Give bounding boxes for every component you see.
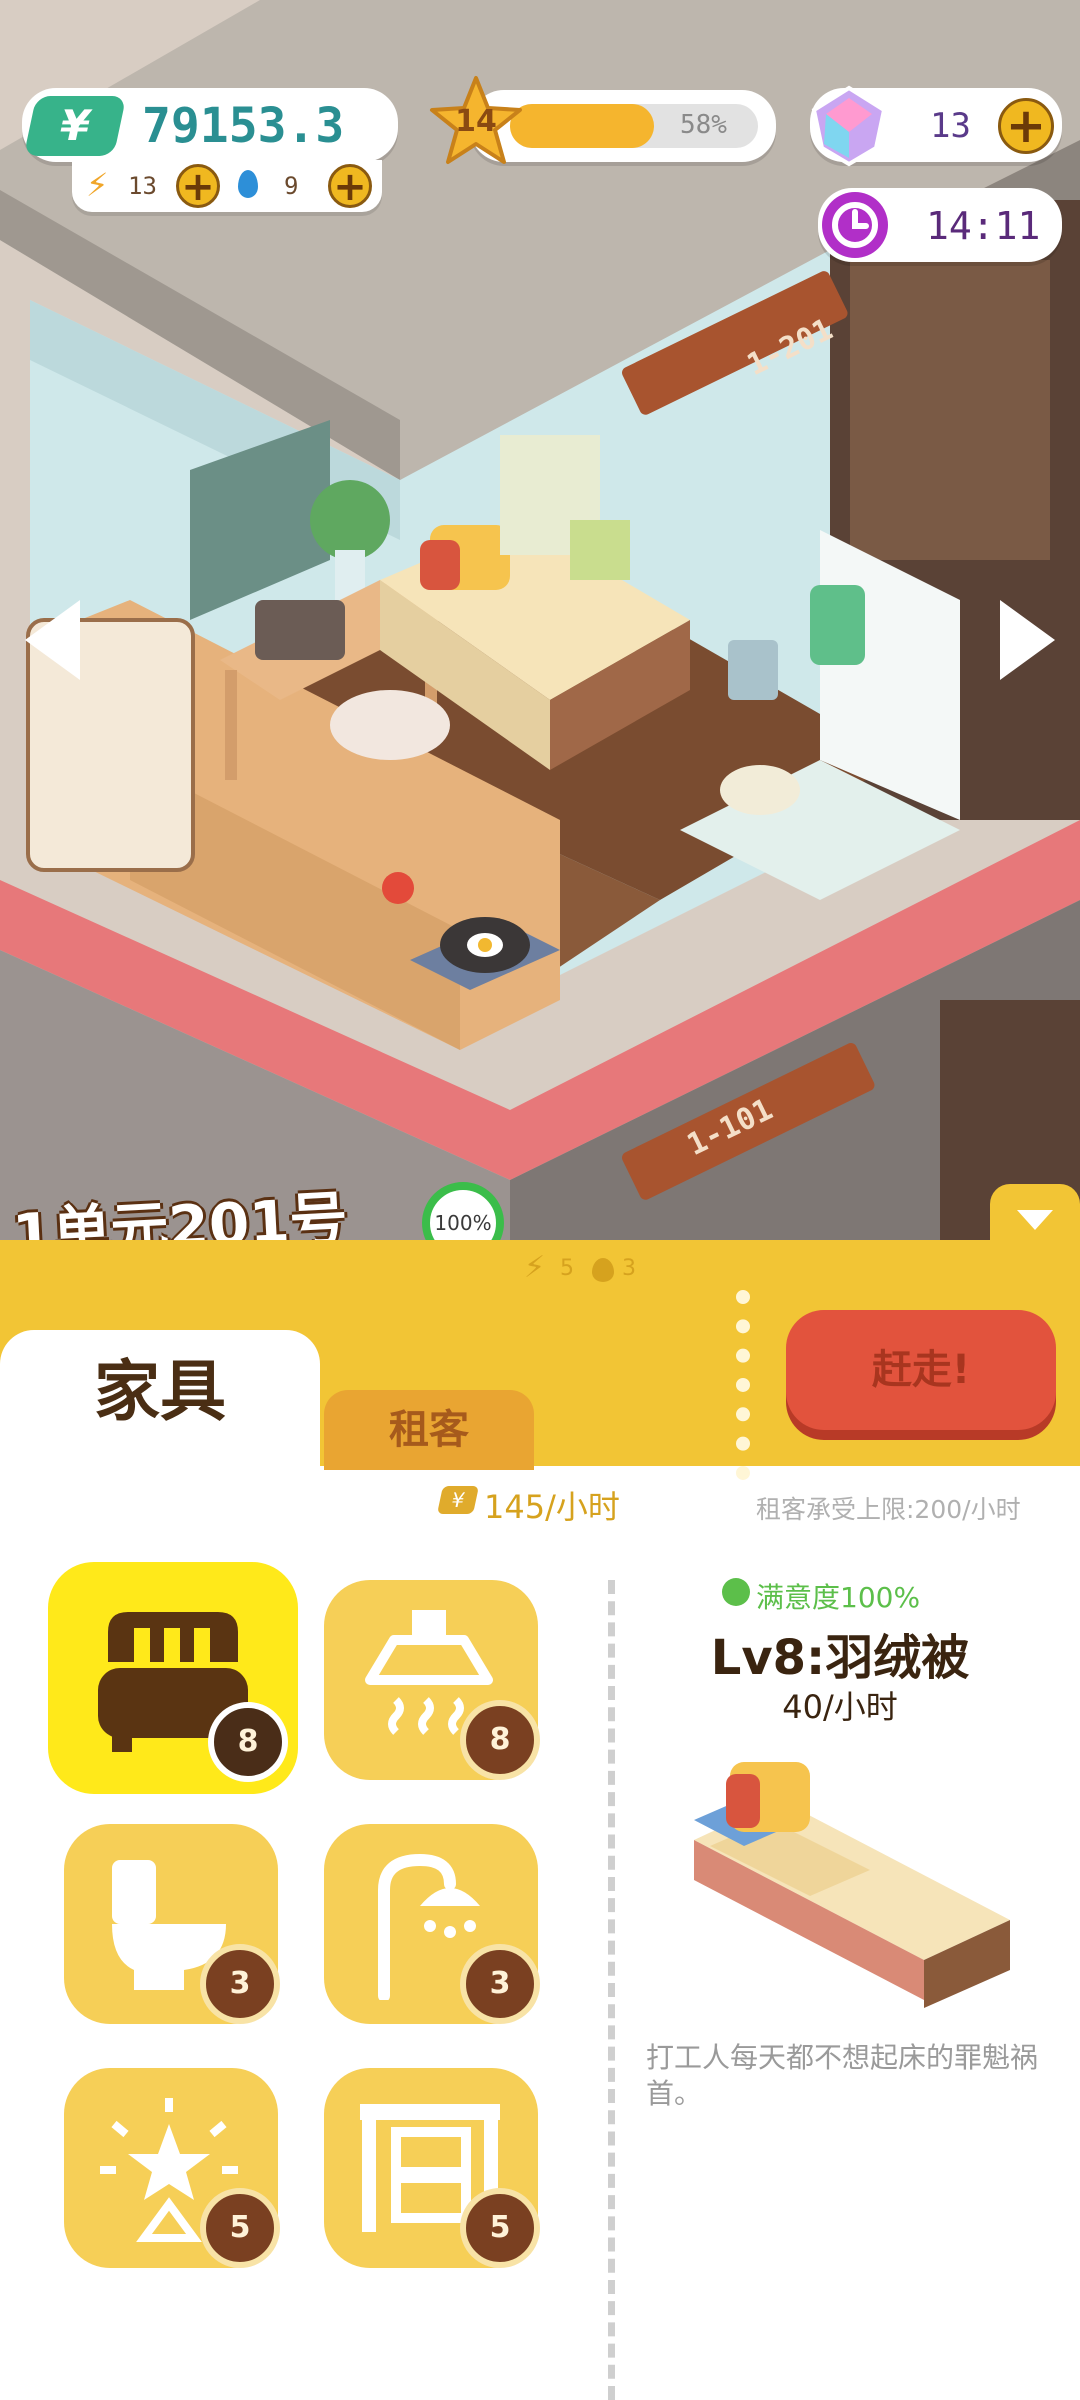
level-badge: 8 (208, 1702, 288, 1782)
cash-value: 79153.3 (142, 98, 345, 154)
resource-subbar: ⚡ 13 + 9 + (72, 160, 382, 212)
gem-count: 13 (930, 106, 971, 146)
furniture-description: 打工人每天都不想起床的罪魁祸首。 (646, 2041, 1039, 2110)
energy-cost: 5 (560, 1256, 574, 1281)
add-water-button[interactable]: + (328, 164, 372, 208)
clock-display: 14:11 (818, 188, 1062, 262)
water-count: 9 (284, 172, 299, 200)
cash-icon: ¥ (23, 96, 127, 156)
furniture-card-toilet[interactable]: 3 (64, 1824, 280, 2024)
water-cost-icon (592, 1258, 614, 1282)
furniture-card-lamp[interactable]: 5 (64, 2068, 280, 2268)
furniture-card-shower[interactable]: 3 (324, 1824, 540, 2024)
furniture-title: Lv8:羽绒被 (710, 1630, 970, 1686)
furniture-card-desk[interactable]: 5 (324, 2068, 540, 2268)
level-badge: 3 (200, 1944, 280, 2024)
chevron-down-icon (1017, 1210, 1053, 1230)
energy-cost-icon: ⚡ (524, 1250, 546, 1285)
energy-count: 13 (128, 172, 157, 200)
level-badge: 3 (460, 1944, 540, 2024)
bed-preview-image (694, 1762, 1010, 2008)
water-icon (238, 170, 258, 198)
tab-furniture-label: 家具 (94, 1353, 226, 1430)
income-icon: ¥ (437, 1486, 479, 1514)
add-energy-button[interactable]: + (176, 164, 220, 208)
tab-tenant[interactable]: 租客 (324, 1390, 534, 1470)
gem-icon (806, 82, 892, 168)
tenant-limit: 租客承受上限:200/小时 (756, 1495, 1021, 1524)
add-gems-button[interactable]: + (998, 98, 1054, 154)
level-progress-label: 58% (680, 110, 727, 140)
level-badge: 5 (460, 2188, 540, 2268)
tab-furniture[interactable]: 家具 (0, 1330, 320, 1470)
water-cost: 3 (622, 1256, 636, 1281)
level-badge: 5 (200, 2188, 280, 2268)
tab-tenant-label: 租客 (389, 1407, 469, 1453)
collapse-panel-button[interactable] (990, 1184, 1080, 1254)
furniture-rate: 40/小时 (782, 1688, 898, 1726)
furniture-card-range-hood[interactable]: 8 (324, 1580, 540, 1780)
cash-display: ¥ 79153.3 (22, 88, 398, 162)
income-rate: 145/小时 (484, 1488, 620, 1526)
room-panel: ⚡ 5 3 租客 家具 赶走! ¥ 145/小时 租客承受上限:200/小时 8… (0, 1184, 1080, 2400)
panel-divider (608, 1580, 615, 2400)
level-progress-fill (510, 104, 654, 148)
level-value: 14 (455, 104, 497, 139)
clock-time: 14:11 (926, 204, 1041, 248)
clock-icon (822, 192, 888, 258)
energy-icon: ⚡ (86, 166, 109, 204)
satisfaction-label: 满意度100% (756, 1581, 921, 1614)
evict-button[interactable]: 赶走! (786, 1310, 1056, 1430)
smile-icon (722, 1578, 750, 1606)
level-badge: 8 (460, 1700, 540, 1780)
furniture-card-bed[interactable]: 8 (48, 1562, 298, 1794)
